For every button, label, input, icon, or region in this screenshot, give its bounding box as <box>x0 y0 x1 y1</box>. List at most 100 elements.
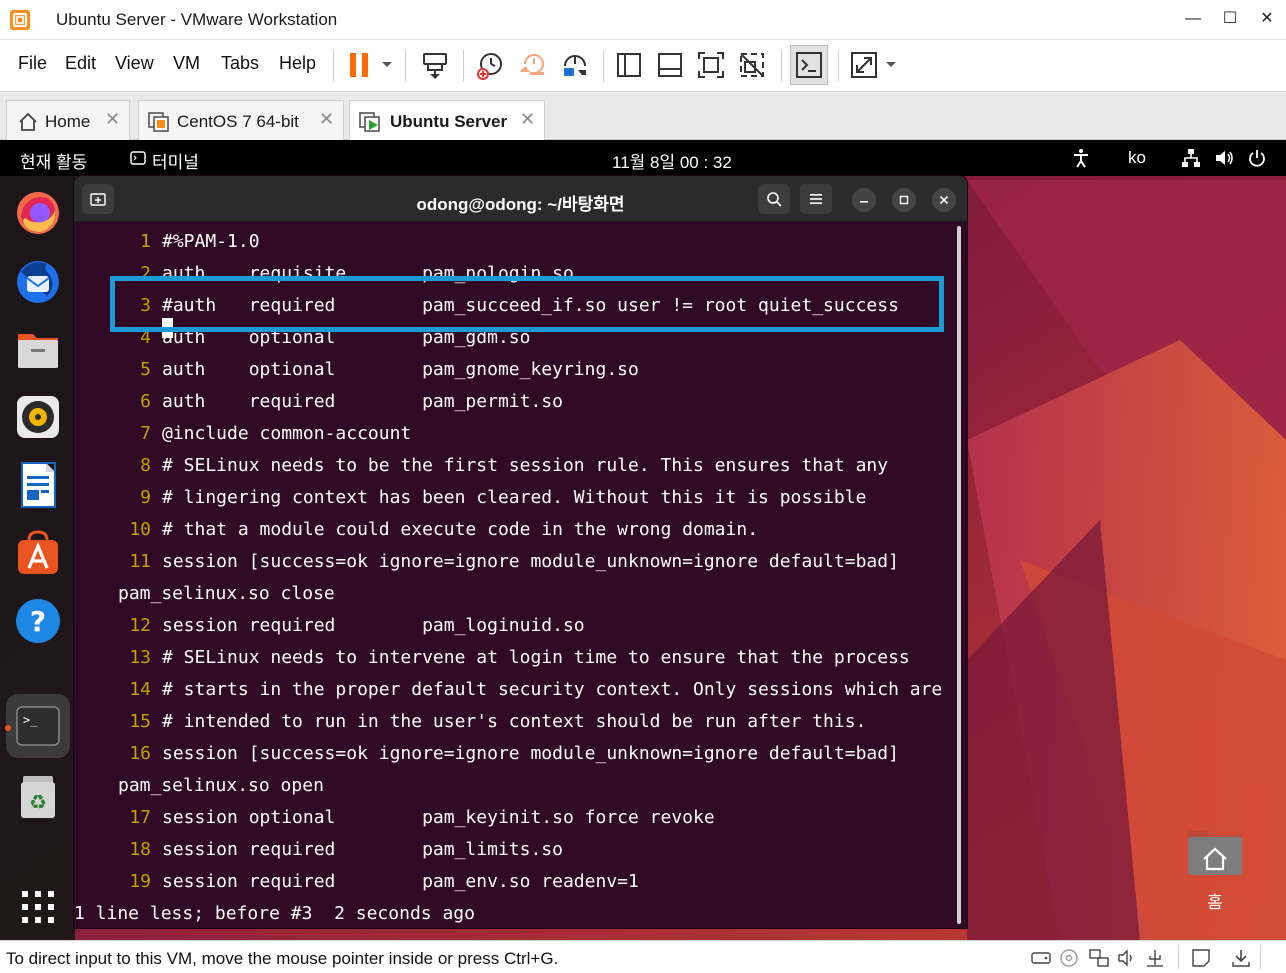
show-apps-icon[interactable] <box>13 882 63 932</box>
close-window-button[interactable]: ✕ <box>1252 6 1282 32</box>
tab-centos[interactable]: CentOS 7 64-bit ✕ <box>138 100 344 140</box>
terminal-maximize-button[interactable] <box>892 188 916 212</box>
power-icon[interactable] <box>1246 147 1268 169</box>
accessibility-icon[interactable] <box>1070 147 1092 169</box>
help-icon[interactable]: ? <box>13 596 63 646</box>
close-icon[interactable]: ✕ <box>105 109 120 130</box>
app-center-icon[interactable] <box>13 528 63 578</box>
minimize-button[interactable]: — <box>1178 6 1208 32</box>
terminal-title: odong@odong: ~/바탕화면 <box>416 195 625 214</box>
menu-vm[interactable]: VM <box>173 53 200 74</box>
menu-edit[interactable]: Edit <box>65 53 96 74</box>
volume-icon[interactable] <box>1213 147 1235 169</box>
search-button[interactable] <box>758 184 790 214</box>
clock[interactable]: 11월 8일 00 : 32 <box>612 148 732 173</box>
line-text: # starts in the proper default security … <box>162 679 943 700</box>
tab-label: Ubuntu Server <box>390 112 508 131</box>
line-text: session required pam_env.so readenv=1 <box>162 871 639 892</box>
terminal-close-button[interactable] <box>932 188 956 212</box>
tab-home[interactable]: Home ✕ <box>6 100 130 140</box>
terminal-scrollbar[interactable] <box>957 226 961 924</box>
toolbar-separator <box>333 50 334 82</box>
files-icon[interactable] <box>13 324 63 374</box>
snapshot-icon[interactable] <box>474 48 508 82</box>
cd-dvd-icon[interactable] <box>1058 947 1080 969</box>
show-library-icon[interactable] <box>612 48 646 82</box>
vm-display[interactable]: 현재 활동 터미널 11월 8일 00 : 32 ko ? >_ ♻ 홈 odo… <box>0 140 1286 940</box>
activities-button[interactable]: 현재 활동 <box>20 148 87 173</box>
tab-ubuntu-server[interactable]: Ubuntu Server ✕ <box>349 100 545 141</box>
editor-line: 15 # intended to run in the user's contex… <box>74 706 967 738</box>
send-ctrl-alt-del-icon[interactable] <box>418 48 452 82</box>
unity-mode-icon[interactable] <box>735 48 769 82</box>
snapshot-manager-icon[interactable] <box>558 48 592 82</box>
menu-file[interactable]: File <box>18 53 47 74</box>
editor-line: 6 auth required pam_permit.so <box>74 386 967 418</box>
thunderbird-icon[interactable] <box>13 256 63 306</box>
status-separator <box>1260 945 1261 969</box>
usb-icon[interactable] <box>1144 947 1166 969</box>
wrapped-line-text: pam_selinux.so close <box>118 583 335 604</box>
download-icon[interactable] <box>1230 947 1252 969</box>
editor-line: 10 # that a module could execute code in … <box>74 514 967 546</box>
chevron-down-icon[interactable] <box>380 54 394 74</box>
line-text: # lingering context has been cleared. Wi… <box>162 487 867 508</box>
line-text: session required pam_limits.so <box>162 839 563 860</box>
line-text: # SELinux needs to intervene at login ti… <box>162 647 910 668</box>
console-icon <box>796 52 822 78</box>
thumbnail-bar-icon[interactable] <box>653 48 687 82</box>
tab-label: CentOS 7 64-bit <box>177 112 299 131</box>
network-adapter-icon[interactable] <box>1088 947 1110 969</box>
hamburger-menu-button[interactable] <box>800 184 832 214</box>
toolbar-separator <box>463 50 464 82</box>
menu-tabs[interactable]: Tabs <box>221 53 259 74</box>
window-titlebar: Ubuntu Server - VMware Workstation — ☐ ✕ <box>0 0 1286 40</box>
input-language-indicator[interactable]: ko <box>1128 148 1146 168</box>
rhythmbox-icon[interactable] <box>13 392 63 442</box>
menu-help[interactable]: Help <box>279 53 316 74</box>
app-menu-label[interactable]: 터미널 <box>152 148 199 173</box>
menu-view[interactable]: View <box>115 53 154 74</box>
network-icon[interactable] <box>1180 147 1202 169</box>
chevron-down-icon[interactable] <box>884 54 898 74</box>
editor-line: 14 # starts in the proper default securit… <box>74 674 967 706</box>
home-folder-label[interactable]: 홈 <box>1198 888 1232 913</box>
line-number: 15 <box>129 711 151 732</box>
line-text: auth required pam_permit.so <box>162 391 563 412</box>
libreoffice-writer-icon[interactable] <box>13 460 63 510</box>
line-text: # intended to run in the user's context … <box>162 711 867 732</box>
close-icon[interactable]: ✕ <box>319 109 334 130</box>
terminal-header-bar: odong@odong: ~/바탕화면 <box>74 176 967 222</box>
home-folder-icon[interactable] <box>1186 825 1244 877</box>
close-icon <box>939 195 949 205</box>
revert-snapshot-icon[interactable] <box>516 48 550 82</box>
ubuntu-dock: ? >_ ♻ <box>0 176 75 940</box>
tab-label: Home <box>45 112 91 131</box>
line-number: 10 <box>129 519 151 540</box>
message-log-icon[interactable] <box>1190 947 1212 969</box>
terminal-minimize-button[interactable] <box>852 188 876 212</box>
line-number: 14 <box>129 679 151 700</box>
close-icon[interactable]: ✕ <box>520 109 535 130</box>
maximize-button[interactable]: ☐ <box>1215 6 1245 32</box>
line-text: session [success=ok ignore=ignore module… <box>162 743 899 764</box>
vm-tab-strip: Home ✕ CentOS 7 64-bit ✕ Ubuntu Server ✕ <box>0 92 1286 141</box>
editor-line: pam_selinux.so open <box>74 770 967 802</box>
toolbar-separator <box>781 50 782 82</box>
window-title: Ubuntu Server - VMware Workstation <box>56 10 338 29</box>
line-number: 1 <box>140 231 151 252</box>
stretch-guest-icon[interactable] <box>847 48 881 82</box>
full-screen-icon[interactable] <box>694 48 728 82</box>
hard-disk-icon[interactable] <box>1030 947 1052 969</box>
firefox-icon[interactable] <box>13 188 63 238</box>
console-view-toggle[interactable] <box>790 45 828 85</box>
pause-icon[interactable] <box>343 48 377 82</box>
trash-icon[interactable]: ♻ <box>13 772 63 822</box>
sound-card-icon[interactable] <box>1116 947 1138 969</box>
gnome-top-bar: 현재 활동 터미널 11월 8일 00 : 32 ko <box>0 140 1286 176</box>
line-number: 18 <box>129 839 151 860</box>
vmware-app-icon <box>10 10 30 30</box>
menu-toolbar: File Edit View VM Tabs Help <box>0 40 1286 92</box>
line-number: 19 <box>129 871 151 892</box>
terminal-icon[interactable]: >_ <box>13 701 63 751</box>
